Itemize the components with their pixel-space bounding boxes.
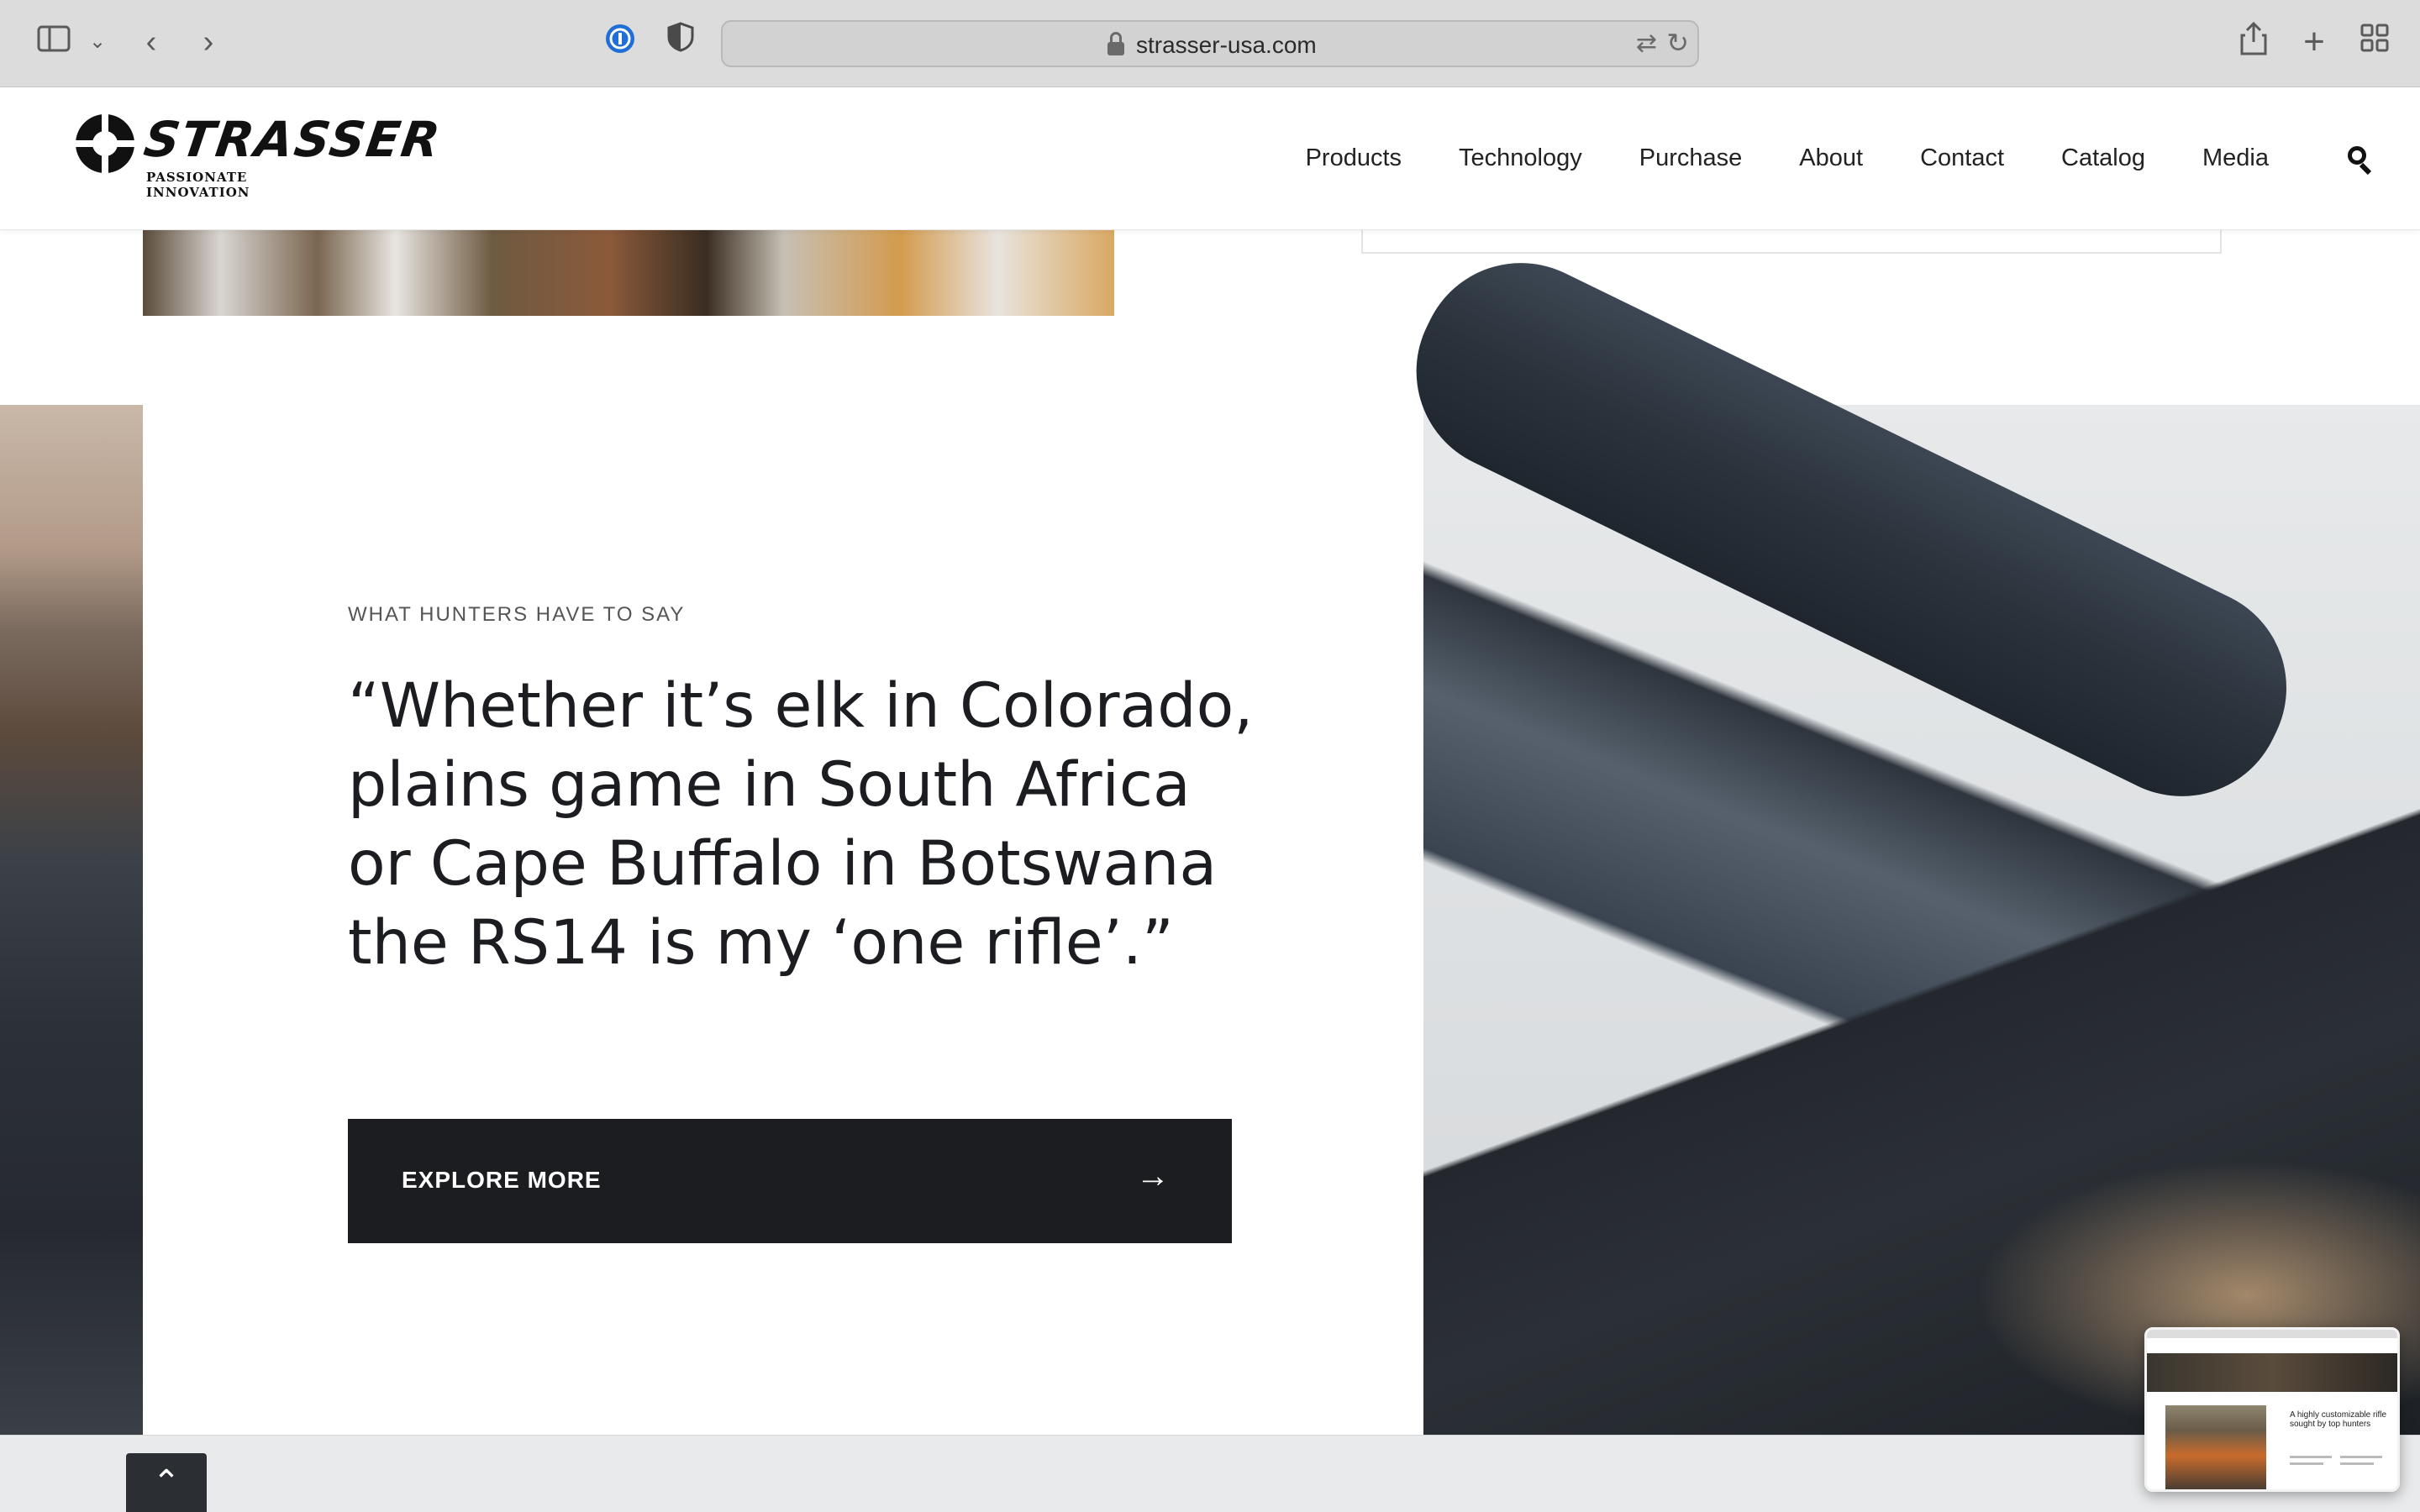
footer-band — [0, 1435, 2420, 1512]
nav-item-media[interactable]: Media — [2202, 144, 2269, 172]
previous-section-photo — [143, 230, 1114, 316]
testimonial-content: WHAT HUNTERS HAVE TO SAY “Whether it’s e… — [143, 405, 1423, 1435]
logo-tagline: PASSIONATE INNOVATION — [146, 170, 250, 200]
share-icon[interactable] — [2233, 21, 2274, 62]
address-bar[interactable]: strasser-usa.com ⇄ ↻ — [721, 20, 1699, 67]
scroll-to-top-button[interactable]: ⌃ — [126, 1453, 207, 1512]
screenshot-thumbnail[interactable]: A highly customizable rifle sought by to… — [2144, 1327, 2400, 1492]
search-icon[interactable] — [2346, 144, 2375, 176]
nav-item-about[interactable]: About — [1799, 144, 1863, 172]
nav-item-contact[interactable]: Contact — [1920, 144, 2004, 172]
browser-toolbar: ⌄ ‹ › strasser-usa.com ⇄ ↻ + — [0, 0, 2420, 87]
nav-item-products[interactable]: Products — [1306, 144, 1402, 172]
chevron-up-icon: ⌃ — [152, 1464, 181, 1501]
hunter-photo — [0, 405, 143, 1435]
testimonial-quote: “Whether it’s elk in Colorado, plains ga… — [348, 670, 1254, 979]
lock-icon — [1107, 32, 1124, 55]
thumbnail-title: A highly customizable rifle sought by to… — [2290, 1410, 2387, 1429]
logo-mark-icon — [76, 114, 134, 173]
explore-more-button[interactable]: EXPLORE MORE → — [348, 1119, 1232, 1243]
strasser-logo[interactable]: STRASSER PASSIONATE INNOVATION — [76, 111, 445, 200]
explore-more-label: EXPLORE MORE — [402, 1167, 602, 1193]
nav-item-technology[interactable]: Technology — [1459, 144, 1582, 172]
shield-icon[interactable] — [660, 22, 701, 62]
chevron-down-icon[interactable]: ⌄ — [77, 22, 118, 62]
site-header: STRASSER PASSIONATE INNOVATION Products … — [0, 87, 2420, 230]
nav-item-catalog[interactable]: Catalog — [2061, 144, 2145, 172]
main-nav: Products Technology Purchase About Conta… — [1249, 144, 2269, 172]
previous-section-card — [1361, 230, 2222, 254]
nav-item-purchase[interactable]: Purchase — [1639, 144, 1743, 172]
arrow-right-icon: → — [1136, 1158, 1170, 1194]
reload-icon[interactable]: ↻ — [1666, 27, 1689, 59]
url-text: strasser-usa.com — [1136, 32, 1317, 58]
logo-wordmark: STRASSER — [140, 111, 445, 168]
forward-icon[interactable]: › — [188, 22, 229, 62]
password-icon[interactable] — [600, 22, 640, 62]
section-eyebrow: WHAT HUNTERS HAVE TO SAY — [348, 603, 686, 626]
translate-icon[interactable]: ⇄ — [1636, 29, 1657, 58]
sidebar-icon[interactable] — [34, 22, 74, 62]
new-tab-icon[interactable]: + — [2294, 22, 2334, 62]
back-icon[interactable]: ‹ — [131, 22, 171, 62]
tab-overview-icon[interactable] — [2354, 22, 2395, 62]
